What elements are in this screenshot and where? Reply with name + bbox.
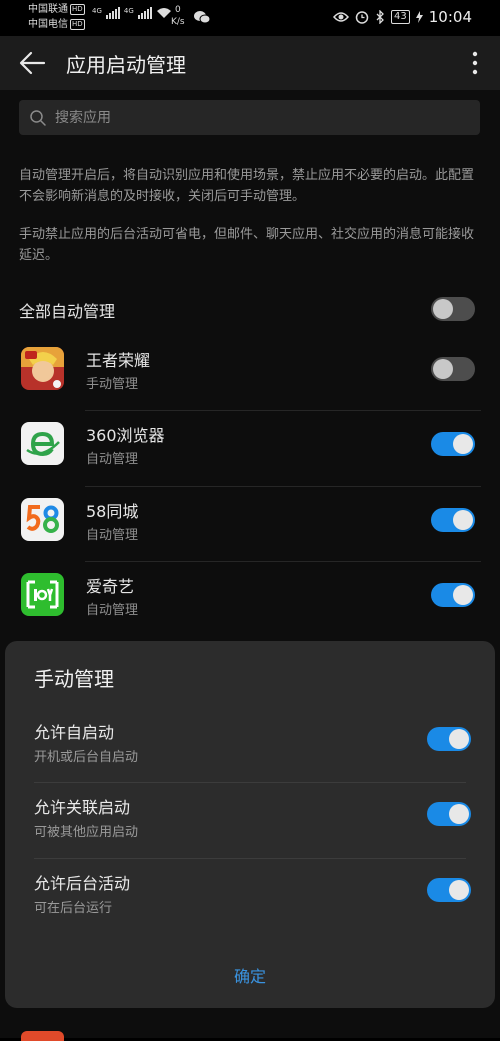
battery-icon: 43 [391, 10, 410, 24]
app-name: 爱奇艺 [86, 577, 135, 596]
app-row-360browser[interactable]: 360浏览器 自动管理 [0, 410, 500, 485]
app-bar: 应用启动管理 [0, 36, 500, 90]
network-type-1: 4G [92, 7, 102, 15]
option-label: 允许关联启动 [34, 798, 131, 817]
allow-background-activity-toggle[interactable] [427, 878, 471, 902]
allow-auto-start-toggle[interactable] [427, 727, 471, 751]
search-input[interactable] [55, 100, 455, 135]
signal-indicators: 4G 4G [92, 7, 172, 19]
58-icon [21, 498, 64, 541]
wechat-icon [194, 11, 210, 24]
hd-badge: HD [70, 19, 85, 30]
option-description: 可在后台运行 [34, 901, 113, 916]
alarm-icon [355, 11, 369, 24]
divider [34, 858, 466, 859]
app-name: 王者荣耀 [86, 351, 151, 370]
all-auto-manage-row: 全部自动管理 [19, 290, 481, 328]
option-allow-auto-start[interactable]: 允许自启动 开机或后台自启动 [34, 707, 471, 782]
option-label: 允许自启动 [34, 723, 115, 742]
page-title: 应用启动管理 [66, 53, 186, 77]
app-toggle[interactable] [431, 357, 475, 381]
more-options-icon[interactable] [468, 50, 482, 76]
back-arrow-icon[interactable] [18, 50, 46, 76]
dialog-title: 手动管理 [34, 667, 114, 691]
status-right: 43 10:04 [333, 8, 472, 26]
app-manage-mode: 自动管理 [86, 452, 139, 467]
option-allow-associated-start[interactable]: 允许关联启动 可被其他应用启动 [34, 782, 471, 857]
signal-icon [105, 7, 120, 19]
wifi-icon [156, 8, 171, 18]
description-manual-manage: 手动禁止应用的后台活动可省电，但邮件、聊天应用、社交应用的消息可能接收延迟。 [19, 227, 475, 263]
option-label: 允许后台活动 [34, 874, 131, 893]
option-description: 可被其他应用启动 [34, 825, 139, 840]
carrier-1: 中国联通 [28, 4, 68, 15]
allow-associated-start-toggle[interactable] [427, 802, 471, 826]
eye-icon [333, 12, 350, 22]
all-auto-manage-toggle[interactable] [431, 297, 475, 321]
signal-icon [137, 7, 152, 19]
option-description: 开机或后台自启动 [34, 750, 139, 765]
network-speed: 0 K/s [171, 5, 185, 27]
charging-icon [415, 11, 423, 23]
app-row-iqiyi[interactable]: 爱奇艺 自动管理 [0, 561, 500, 636]
carrier-2: 中国电信 [28, 19, 68, 30]
bluetooth-icon [376, 10, 384, 24]
app-name: 360浏览器 [86, 426, 165, 445]
confirm-button[interactable]: 确定 [5, 963, 495, 987]
network-type-2: 4G [123, 7, 134, 15]
app-manage-mode: 自动管理 [86, 528, 139, 543]
divider [85, 486, 481, 487]
search-icon [30, 110, 46, 126]
hd-badge: HD [70, 4, 85, 15]
option-allow-background-activity[interactable]: 允许后台活动 可在后台运行 [34, 858, 471, 933]
app-row-wangzherongyao[interactable]: 王者荣耀 手动管理 [0, 335, 500, 410]
status-bar: 中国联通 HD 中国电信 HD 4G 4G 0 K/s 43 10:04 [0, 0, 500, 36]
all-auto-manage-label: 全部自动管理 [19, 302, 116, 321]
app-manage-mode: 自动管理 [86, 603, 139, 618]
divider [85, 410, 481, 411]
app-toggle[interactable] [431, 508, 475, 532]
partial-app-icon [21, 1031, 64, 1041]
app-name: 58同城 [86, 502, 139, 521]
search-box[interactable] [19, 100, 480, 135]
app-toggle[interactable] [431, 432, 475, 456]
clock: 10:04 [428, 8, 472, 26]
app-toggle[interactable] [431, 583, 475, 607]
manual-manage-dialog: 手动管理 允许自启动 开机或后台自启动 允许关联启动 可被其他应用启动 允许后台… [5, 641, 495, 1008]
game-icon [21, 347, 64, 390]
divider [85, 561, 481, 562]
iqiyi-icon [21, 573, 64, 616]
description-auto-manage: 自动管理开启后，将自动识别应用和使用场景，禁止应用不必要的启动。此配置不会影响新… [19, 168, 475, 204]
divider [34, 782, 466, 783]
app-manage-mode: 手动管理 [86, 377, 139, 392]
browser-icon [21, 422, 64, 465]
app-row-58tongcheng[interactable]: 58同城 自动管理 [0, 486, 500, 561]
carrier-info: 中国联通 HD 中国电信 HD [28, 2, 85, 32]
